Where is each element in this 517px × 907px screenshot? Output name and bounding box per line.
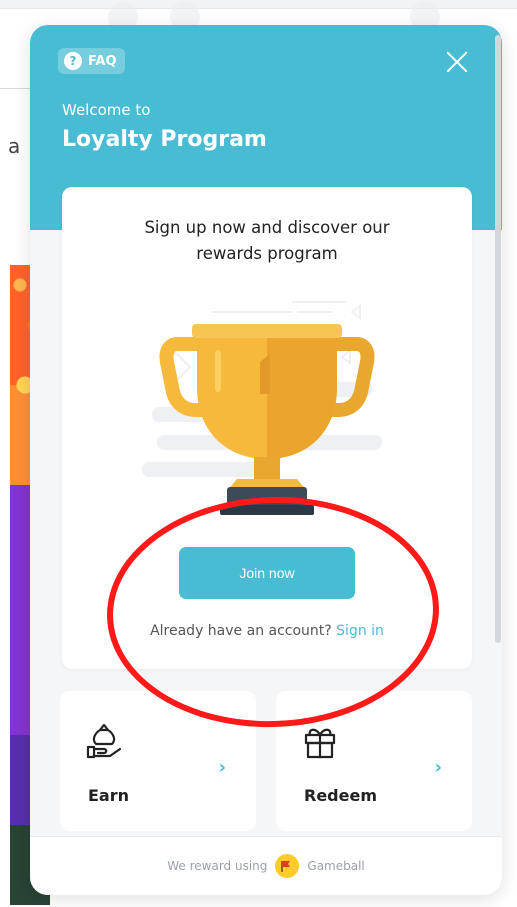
redeem-label: Redeem [304, 786, 377, 805]
earn-label: Earn [88, 786, 130, 805]
close-button[interactable] [442, 47, 472, 77]
trophy-illustration [142, 272, 392, 527]
browser-top-edge [0, 0, 517, 9]
gameball-logo-icon [275, 854, 300, 878]
program-title: Loyalty Program [62, 127, 267, 152]
loyalty-widget: ? FAQ Welcome to Loyalty Program Sign up… [30, 25, 502, 895]
money-bag-hand-icon [86, 723, 122, 759]
footer-brand: Gameball [307, 859, 365, 873]
scrollbar[interactable] [495, 35, 501, 643]
faq-button[interactable]: ? FAQ [58, 48, 125, 74]
chevron-right-icon: › [218, 757, 226, 778]
footer-prefix: We reward using [167, 859, 268, 873]
signup-heading-line1: Sign up now and discover our [144, 218, 390, 237]
question-icon: ? [64, 52, 82, 70]
signup-heading-line2: rewards program [196, 244, 338, 263]
chevron-right-icon: › [434, 757, 442, 778]
welcome-text: Welcome to [62, 101, 151, 119]
signup-heading: Sign up now and discover our rewards pro… [62, 215, 472, 267]
trophy-icon [142, 301, 382, 515]
powered-by-footer: We reward using Gameball [30, 836, 502, 895]
gift-icon [304, 728, 336, 759]
background-cut-text: a [8, 134, 21, 158]
faq-label: FAQ [88, 53, 117, 69]
